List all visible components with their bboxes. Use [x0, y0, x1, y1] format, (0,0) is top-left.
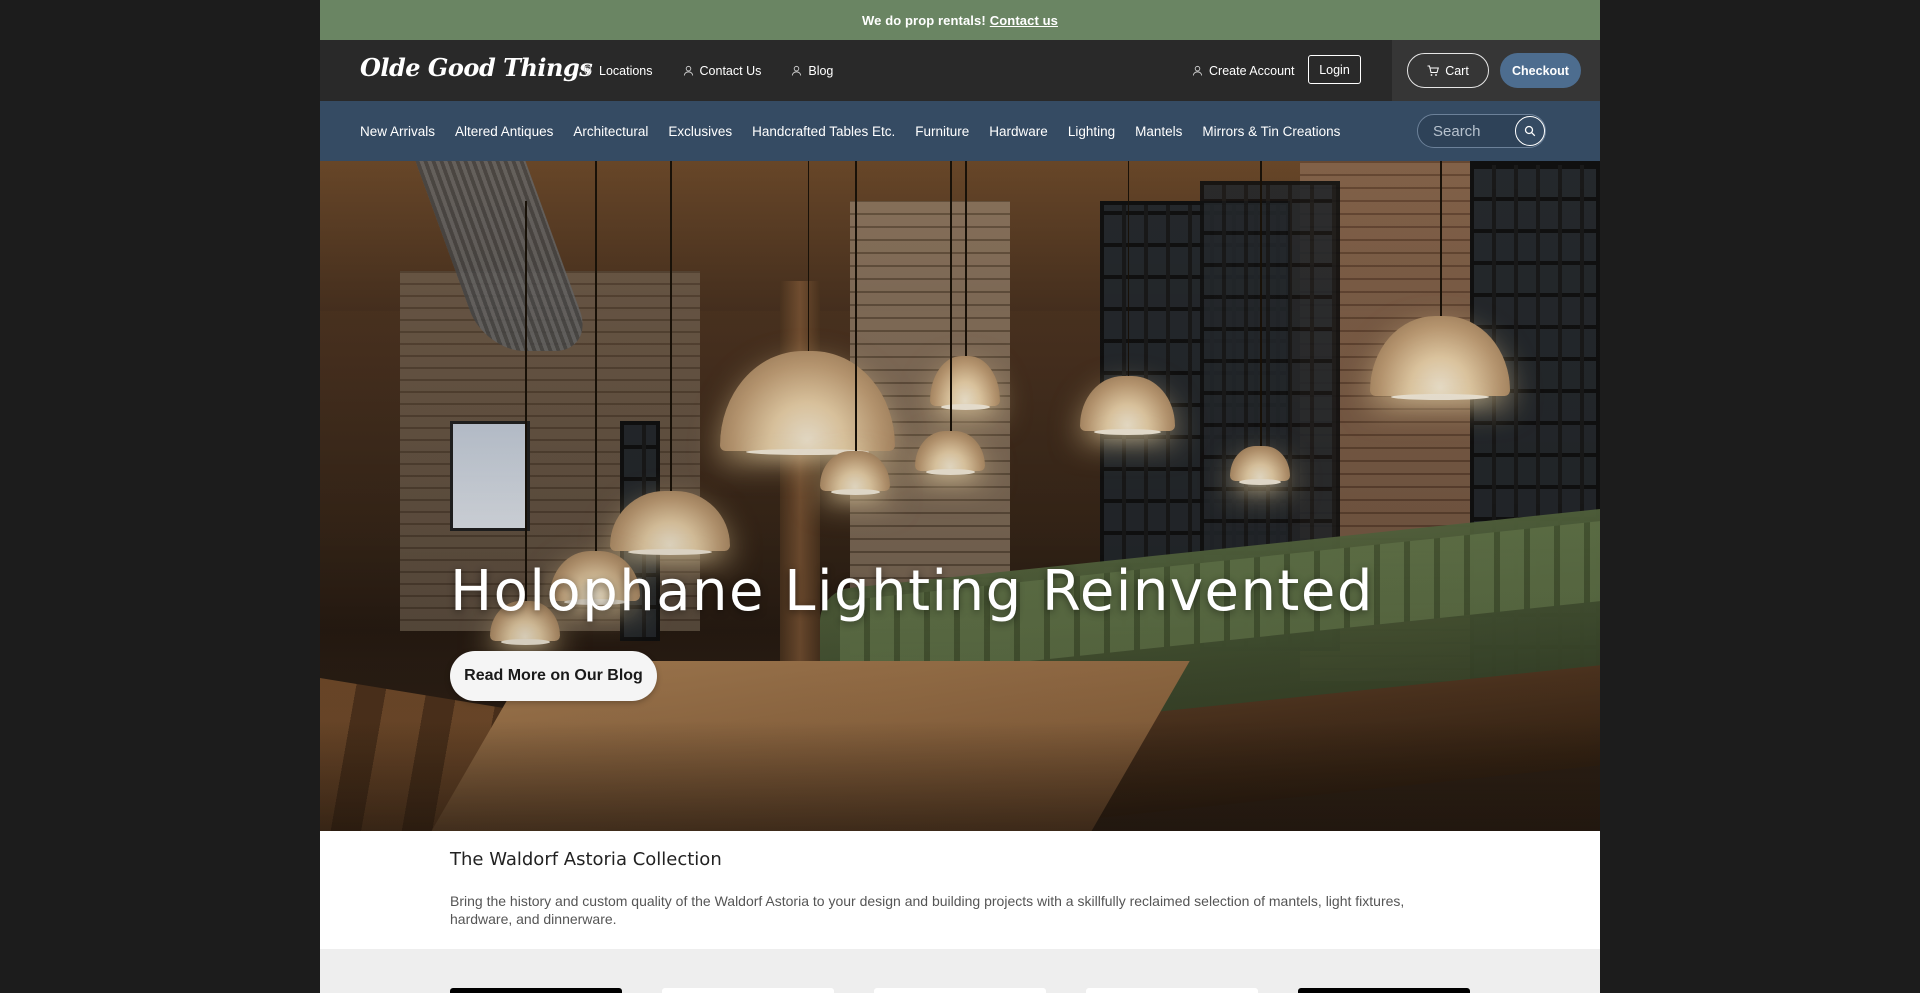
- hero-title: Holophane Lighting Reinvented: [450, 559, 1374, 624]
- blog-label: Blog: [808, 63, 834, 78]
- cart-icon: [1427, 65, 1440, 76]
- checkout-button[interactable]: Checkout: [1500, 53, 1581, 88]
- category-nav: New Arrivals Altered Antiques Architectu…: [320, 101, 1600, 161]
- product-card[interactable]: [662, 988, 834, 993]
- contact-us-label: Contact Us: [699, 63, 762, 78]
- create-account-label: Create Account: [1209, 63, 1295, 78]
- cart-button[interactable]: Cart: [1407, 53, 1489, 88]
- page: We do prop rentals! Contact us Olde Good…: [320, 0, 1600, 993]
- site-logo[interactable]: Olde Good Things: [360, 53, 593, 82]
- product-card[interactable]: [1086, 988, 1258, 993]
- location-pin-icon: [583, 65, 592, 76]
- product-grid: [320, 949, 1600, 993]
- login-button[interactable]: Login: [1308, 55, 1361, 84]
- search-button[interactable]: [1515, 116, 1545, 146]
- collection-section: The Waldorf Astoria Collection Bring the…: [320, 831, 1600, 949]
- user-icon: [792, 65, 802, 76]
- top-header: Olde Good Things Locations Contact Us Bl…: [320, 40, 1600, 101]
- promo-bar: We do prop rentals! Contact us: [320, 0, 1600, 40]
- hero-banner: Holophane Lighting Reinvented Read More …: [320, 161, 1600, 831]
- nav-architectural[interactable]: Architectural: [573, 124, 648, 139]
- nav-furniture[interactable]: Furniture: [915, 124, 969, 139]
- locations-link[interactable]: Locations: [582, 64, 653, 78]
- contact-us-nav-link[interactable]: Contact Us: [683, 63, 762, 78]
- collection-title: The Waldorf Astoria Collection: [450, 849, 722, 870]
- category-links: New Arrivals Altered Antiques Architectu…: [360, 101, 1340, 161]
- create-account-link[interactable]: Create Account: [1192, 40, 1294, 101]
- nav-handcrafted-tables[interactable]: Handcrafted Tables Etc.: [752, 124, 895, 139]
- product-card[interactable]: [450, 988, 622, 993]
- product-card[interactable]: [874, 988, 1046, 993]
- search-icon: [1524, 125, 1536, 137]
- nav-exclusives[interactable]: Exclusives: [668, 124, 732, 139]
- promo-text: We do prop rentals!: [862, 12, 986, 28]
- nav-altered-antiques[interactable]: Altered Antiques: [455, 124, 553, 139]
- user-icon: [1192, 65, 1203, 76]
- contact-us-link[interactable]: Contact us: [990, 13, 1058, 28]
- locations-label: Locations: [599, 63, 653, 78]
- search-input[interactable]: [1418, 122, 1528, 140]
- cart-label: Cart: [1445, 63, 1469, 78]
- blog-link[interactable]: Blog: [791, 64, 833, 78]
- cart-area: Cart Checkout: [1392, 40, 1600, 101]
- nav-mirrors-tin[interactable]: Mirrors & Tin Creations: [1202, 124, 1340, 139]
- nav-mantels[interactable]: Mantels: [1135, 124, 1182, 139]
- nav-new-arrivals[interactable]: New Arrivals: [360, 124, 435, 139]
- nav-hardware[interactable]: Hardware: [989, 124, 1048, 139]
- collection-description: Bring the history and custom quality of …: [450, 893, 1405, 927]
- nav-lighting[interactable]: Lighting: [1068, 124, 1115, 139]
- product-card[interactable]: [1298, 988, 1470, 993]
- read-more-blog-button[interactable]: Read More on Our Blog: [450, 651, 657, 701]
- hero-overlay: [320, 161, 1600, 831]
- search-box: [1417, 114, 1546, 148]
- utility-links: Locations Contact Us Blog: [582, 40, 833, 101]
- user-icon: [683, 65, 693, 76]
